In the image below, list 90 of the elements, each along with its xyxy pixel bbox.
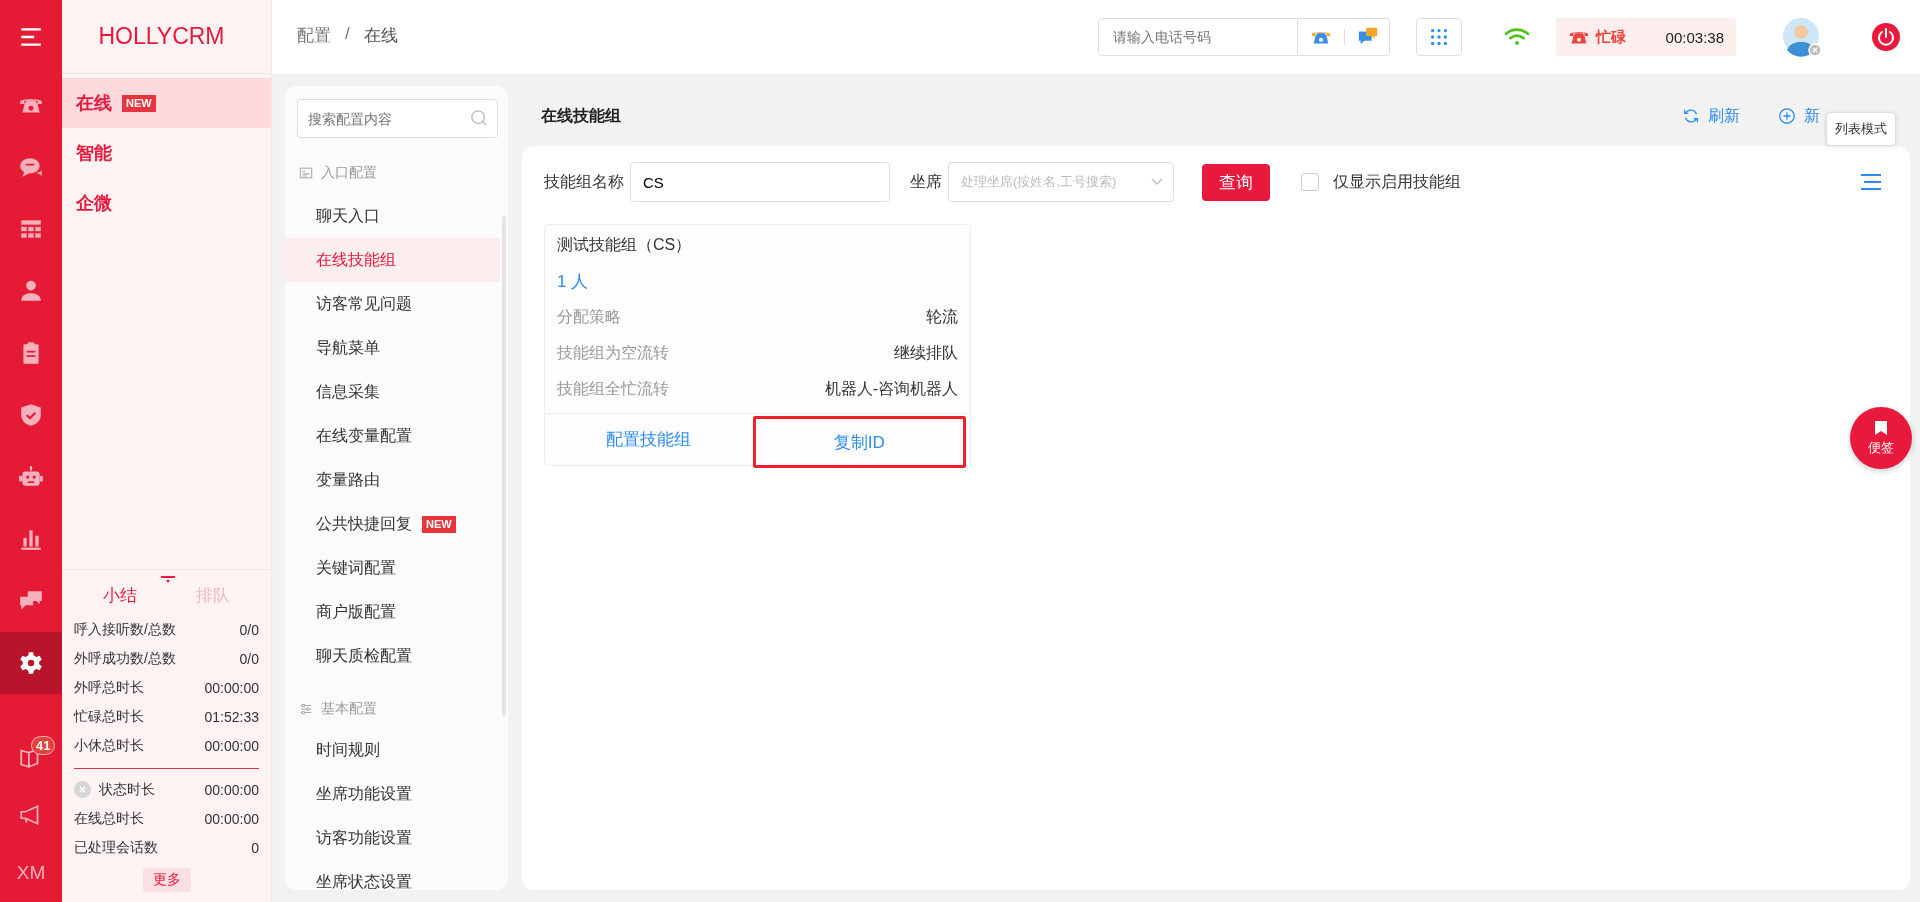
property-value: 继续排队 bbox=[894, 342, 958, 363]
search-field[interactable]: 搜索配置内容 bbox=[297, 99, 498, 138]
stat-value: 00:00:00 bbox=[204, 737, 259, 754]
config-menu-item[interactable]: 商户版配置 bbox=[285, 590, 500, 634]
sliders-icon bbox=[299, 702, 313, 716]
stat-label: 在线总时长 bbox=[74, 809, 144, 828]
summary-tab[interactable]: 小结 bbox=[103, 584, 138, 607]
stat-label: 小休总时长 bbox=[74, 736, 144, 755]
stat-value: 00:00:00 bbox=[204, 679, 259, 696]
agent-status[interactable]: 忙碌 00:03:38 bbox=[1556, 18, 1736, 56]
config-menu-item[interactable]: 关键词配置 bbox=[285, 546, 500, 590]
status-label: 忙碌 bbox=[1596, 27, 1626, 47]
more-button[interactable]: 更多 bbox=[142, 868, 191, 892]
tooltip: 列表模式 bbox=[1826, 112, 1896, 146]
count-badge: 41 bbox=[31, 736, 56, 755]
plus-icon bbox=[1778, 107, 1796, 125]
stat-label: 呼入接听数/总数 bbox=[74, 620, 176, 639]
config-menu-item[interactable]: 时间规则 bbox=[285, 728, 500, 772]
config-menu-item[interactable]: 坐席状态设置 bbox=[285, 860, 500, 890]
config-menu-item[interactable]: 公共快捷回复 NEW bbox=[285, 502, 500, 546]
breadcrumb-separator: / bbox=[345, 24, 350, 45]
property-label: 技能组全忙流转 bbox=[557, 378, 669, 399]
query-button[interactable]: 查询 bbox=[1202, 163, 1270, 201]
field-label: 技能组名称 bbox=[544, 171, 624, 192]
refresh-button[interactable]: 刷新 bbox=[1682, 105, 1740, 127]
stat-value: 01:52:33 bbox=[204, 708, 259, 725]
property-value: 轮流 bbox=[926, 306, 958, 327]
checkbox[interactable] bbox=[1301, 173, 1319, 191]
new-badge: NEW bbox=[422, 515, 456, 533]
stat-label: 忙碌总时长 bbox=[74, 707, 144, 726]
property-label: 分配策略 bbox=[557, 306, 621, 327]
stat-value: 0/0 bbox=[239, 650, 259, 667]
stat-value: 00:00:00 bbox=[204, 810, 259, 827]
member-count[interactable]: 1 人 bbox=[557, 263, 958, 299]
breadcrumb-item: 在线 bbox=[363, 25, 398, 47]
breadcrumb-item[interactable]: 配置 bbox=[297, 24, 331, 47]
search-icon bbox=[470, 109, 488, 127]
property-value: 机器人-咨询机器人 bbox=[824, 378, 958, 399]
stat-value: 00:00:00 bbox=[204, 781, 259, 798]
nav-rail-item[interactable]: 41 bbox=[0, 728, 62, 786]
stat-label: 已处理会话数 bbox=[74, 838, 158, 857]
stat-label: 外呼总时长 bbox=[74, 678, 144, 697]
card-title: 测试技能组（CS） bbox=[557, 235, 693, 255]
card-action-link[interactable]: 配置技能组 bbox=[545, 414, 753, 465]
section-title: 入口配置 bbox=[321, 164, 377, 182]
checkbox-label[interactable]: 仅显示启用技能组 bbox=[1333, 171, 1461, 193]
config-menu-item[interactable]: 聊天入口 bbox=[285, 194, 500, 238]
config-menu-item[interactable]: 聊天质检配置 bbox=[285, 634, 500, 678]
config-menu-item[interactable]: 变量路由 bbox=[285, 458, 500, 502]
nav-rail-item[interactable] bbox=[0, 632, 62, 694]
stat-label: 外呼成功数/总数 bbox=[74, 649, 176, 668]
dialpad-button[interactable] bbox=[1416, 18, 1462, 56]
add-button[interactable]: 新 bbox=[1778, 105, 1820, 127]
phone-field[interactable]: 请输入电话号码 bbox=[1098, 18, 1298, 56]
config-menu-item[interactable]: 访客功能设置 bbox=[285, 816, 500, 860]
list-icon[interactable] bbox=[1860, 173, 1882, 191]
bookmark-icon bbox=[1874, 419, 1888, 436]
status-timer: 00:03:38 bbox=[1665, 28, 1724, 46]
property-label: 技能组为空流转 bbox=[557, 342, 669, 363]
person-icon bbox=[18, 278, 44, 304]
config-menu-item[interactable]: 导航菜单 bbox=[285, 326, 500, 370]
config-menu-item[interactable]: 坐席功能设置 bbox=[285, 772, 500, 816]
page-title: 在线技能组 bbox=[541, 105, 621, 126]
config-menu-item[interactable]: 在线变量配置 bbox=[285, 414, 500, 458]
wifi-icon bbox=[1504, 26, 1530, 48]
stat-value: 0/0 bbox=[239, 621, 259, 638]
config-menu-item[interactable]: 信息采集 bbox=[285, 370, 500, 414]
config-menu-item[interactable]: 在线技能组 bbox=[285, 238, 500, 282]
sidebar-item[interactable]: 企微 bbox=[62, 178, 271, 228]
name-field[interactable]: CS bbox=[630, 162, 890, 202]
new-badge: NEW bbox=[122, 94, 156, 112]
gear-icon bbox=[18, 650, 44, 676]
chevron-down-icon bbox=[1151, 178, 1163, 186]
user-initials[interactable]: XM bbox=[0, 844, 62, 902]
stat-value: 0 bbox=[251, 839, 259, 856]
field-label: 坐席 bbox=[910, 171, 942, 192]
stat-label: 状态时长 bbox=[99, 780, 155, 799]
section-title: 基本配置 bbox=[321, 700, 377, 718]
dialpad-icon bbox=[1428, 26, 1450, 48]
refresh-icon bbox=[1682, 107, 1700, 125]
brand-logo: HOLLYCRM bbox=[62, 0, 271, 74]
shield-icon bbox=[18, 402, 44, 428]
power-icon[interactable] bbox=[1872, 23, 1900, 51]
status-icon bbox=[74, 781, 91, 798]
card-action-link[interactable]: 复制ID bbox=[752, 416, 966, 468]
avatar-icon[interactable] bbox=[1782, 17, 1822, 57]
sidebar-item[interactable]: 在线 NEW bbox=[62, 78, 271, 128]
sidebar-item[interactable]: 智能 bbox=[62, 128, 271, 178]
form-icon bbox=[299, 166, 313, 180]
config-menu-item[interactable]: 访客常见问题 bbox=[285, 282, 500, 326]
